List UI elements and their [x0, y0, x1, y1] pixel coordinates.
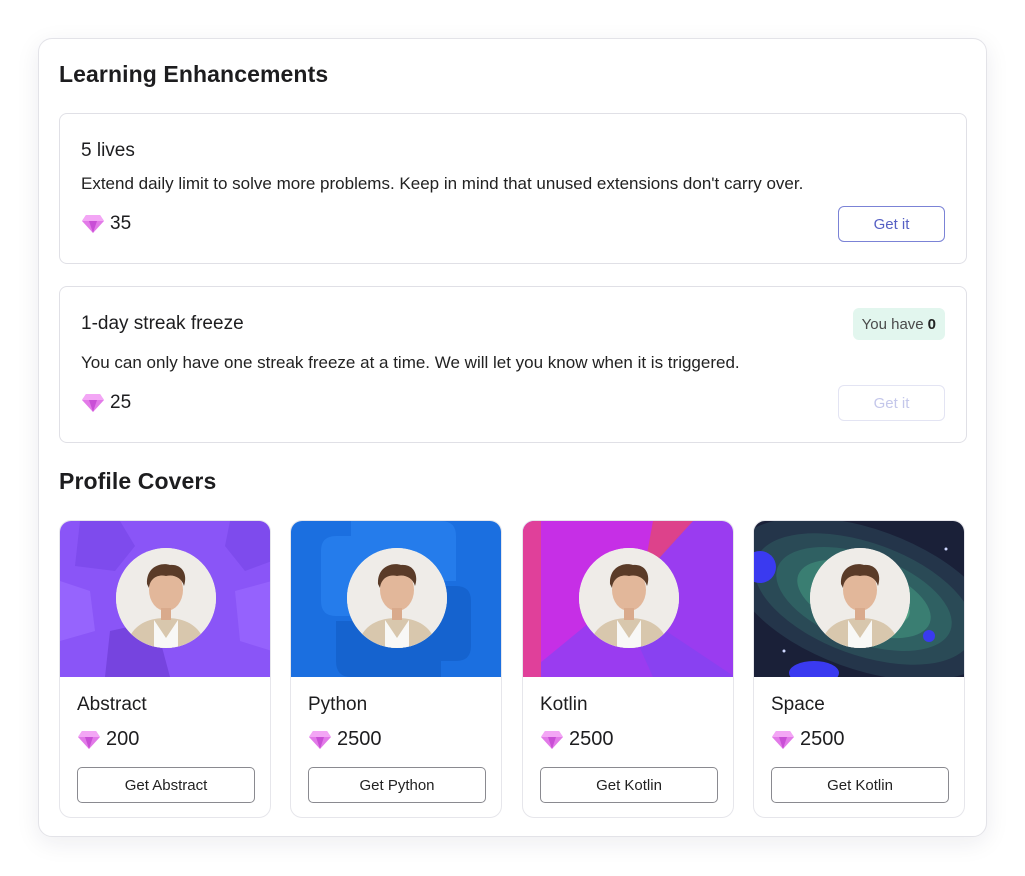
profile-covers-title: Profile Covers: [59, 468, 217, 494]
price-value: 25: [110, 392, 132, 413]
gem-icon: [82, 215, 104, 233]
owned-count-badge: You have 0: [852, 308, 945, 340]
price-value: 2500: [569, 728, 614, 750]
get-streak-freeze-button[interactable]: Get it: [838, 385, 945, 421]
cover-preview-kotlin: [523, 521, 733, 677]
enhancement-card-lives: 5 lives Extend daily limit to solve more…: [59, 113, 967, 264]
gem-icon: [78, 730, 100, 749]
enhancement-price: 25: [81, 392, 131, 414]
cover-name: Space: [771, 694, 825, 715]
cover-name: Python: [308, 694, 368, 715]
cover-name: Abstract: [77, 694, 147, 715]
gem-icon: [541, 730, 563, 749]
get-lives-button[interactable]: Get it: [838, 206, 945, 242]
badge-label: You have: [861, 315, 924, 333]
badge-count: 0: [927, 315, 936, 333]
shop-panel: Learning Enhancements 5 lives Extend dai…: [38, 38, 987, 837]
enhancement-description: You can only have one streak freeze at a…: [81, 353, 740, 372]
price-value: 35: [110, 213, 132, 234]
enhancement-card-streak-freeze: 1-day streak freeze You have 0 You can o…: [59, 286, 967, 443]
cover-name: Kotlin: [540, 694, 588, 715]
gem-icon: [82, 394, 104, 412]
enhancement-description: Extend daily limit to solve more problem…: [81, 174, 804, 193]
price-value: 200: [106, 728, 140, 750]
get-space-button[interactable]: Get Kotlin: [771, 767, 949, 803]
get-abstract-button[interactable]: Get Abstract: [77, 767, 255, 803]
cover-preview-space: [754, 521, 964, 677]
avatar: [579, 548, 679, 648]
cover-price: 2500: [771, 728, 845, 751]
price-value: 2500: [337, 728, 382, 750]
cover-preview-python: [291, 521, 501, 677]
cover-preview-abstract: [60, 521, 270, 677]
enhancement-title: 1-day streak freeze: [81, 313, 244, 334]
enhancement-title: 5 lives: [81, 140, 135, 161]
avatar: [347, 548, 447, 648]
gem-icon: [309, 730, 331, 749]
cover-card-kotlin[interactable]: Kotlin 2500 Get Kotlin: [522, 520, 734, 818]
learning-enhancements-title: Learning Enhancements: [59, 61, 329, 87]
cover-card-abstract[interactable]: Abstract 200 Get Abstract: [59, 520, 271, 818]
avatar: [116, 548, 216, 648]
cover-price: 2500: [308, 728, 382, 751]
get-kotlin-button[interactable]: Get Kotlin: [540, 767, 718, 803]
enhancement-price: 35: [81, 213, 131, 235]
avatar: [810, 548, 910, 648]
get-python-button[interactable]: Get Python: [308, 767, 486, 803]
gem-icon: [772, 730, 794, 749]
cover-card-space[interactable]: Space 2500 Get Kotlin: [753, 520, 965, 818]
price-value: 2500: [800, 728, 845, 750]
cover-price: 2500: [540, 728, 614, 751]
cover-price: 200: [77, 728, 139, 751]
cover-card-python[interactable]: Python 2500 Get Python: [290, 520, 502, 818]
